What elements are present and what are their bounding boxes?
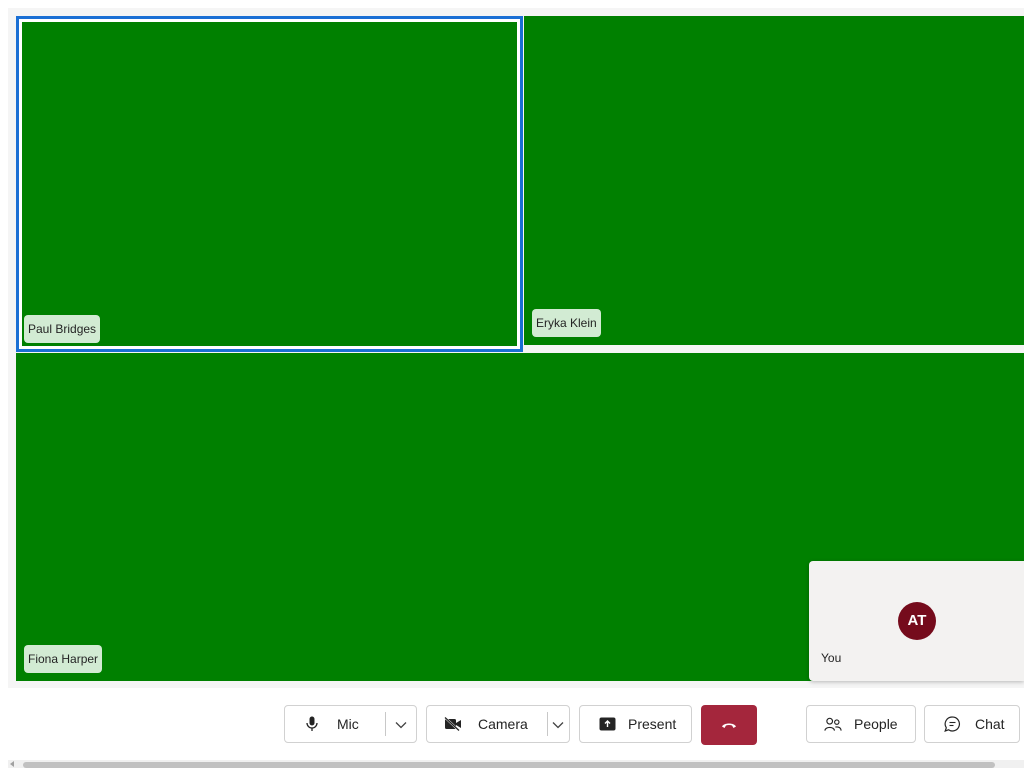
hang-up-button[interactable]	[701, 705, 757, 745]
mic-split-button: Mic	[284, 705, 417, 743]
scrollbar-thumb[interactable]	[23, 762, 995, 768]
mic-label: Mic	[337, 716, 359, 732]
camera-label: Camera	[478, 716, 528, 732]
people-label: People	[854, 716, 898, 732]
camera-button[interactable]: Camera	[427, 706, 547, 742]
people-icon	[824, 715, 842, 733]
self-view-tile[interactable]: AT You	[809, 561, 1024, 681]
mic-button[interactable]: Mic	[285, 706, 385, 742]
self-view-label: You	[821, 651, 842, 665]
participant-name-badge: Fiona Harper	[24, 645, 103, 673]
people-button[interactable]: People	[806, 705, 916, 743]
camera-options-button[interactable]	[548, 706, 569, 742]
chevron-down-icon	[395, 716, 407, 732]
chat-label: Chat	[975, 716, 1005, 732]
microphone-icon	[303, 715, 321, 733]
mic-options-button[interactable]	[386, 706, 416, 742]
chat-button[interactable]: Chat	[924, 705, 1020, 743]
scroll-left-arrow-icon[interactable]	[10, 761, 14, 767]
present-label: Present	[628, 716, 677, 732]
phone-hangup-icon	[721, 716, 737, 734]
camera-off-icon	[444, 715, 462, 733]
participant-name-badge: Eryka Klein	[532, 309, 601, 337]
camera-split-button: Camera	[426, 705, 570, 743]
chevron-down-icon	[552, 716, 564, 732]
present-button[interactable]: Present	[579, 705, 692, 743]
participant-name-badge: Paul Bridges	[24, 315, 101, 343]
horizontal-scrollbar[interactable]	[8, 760, 1024, 768]
participant-tile-paul-bridges[interactable]: Paul Bridges	[16, 16, 523, 352]
avatar: AT	[898, 602, 936, 640]
participant-tile-eryka-klein[interactable]: Eryka Klein	[524, 16, 1024, 345]
share-screen-icon	[598, 715, 616, 733]
chat-bubble-icon	[943, 715, 961, 733]
